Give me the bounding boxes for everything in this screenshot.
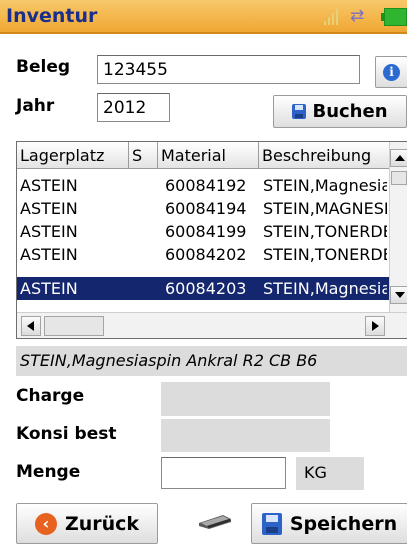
back-button[interactable]: ‹ Zurück <box>16 503 158 544</box>
cell-beschreibung: STEIN,MAGNESIA <box>263 199 387 218</box>
buchen-button[interactable]: Buchen <box>273 95 407 128</box>
menge-label: Menge <box>16 462 81 482</box>
horizontal-scroll-thumb[interactable] <box>44 316 104 336</box>
unit-label: KG <box>296 457 364 490</box>
table-row[interactable]: ASTEIN 60084194 STEIN,MAGNESIA <box>17 197 389 220</box>
save-icon <box>292 104 307 119</box>
back-button-label: Zurück <box>64 512 140 535</box>
column-header-lagerplatz[interactable]: Lagerplatz <box>17 142 129 169</box>
table-row[interactable]: ASTEIN 60084199 STEIN,TONERDE <box>17 220 389 243</box>
cell-lagerplatz: ASTEIN <box>20 222 78 241</box>
buchen-button-label: Buchen <box>312 101 388 122</box>
cell-material: 60084194 <box>165 199 247 218</box>
arrow-down-icon <box>395 292 405 298</box>
connection-icon: ⇄ <box>350 6 365 26</box>
info-icon: i <box>383 63 400 81</box>
save-icon <box>261 512 282 535</box>
cell-material: 60084203 <box>165 279 247 298</box>
scanner-icon <box>199 515 231 529</box>
scroll-down-button[interactable] <box>390 286 407 304</box>
arrow-right-icon <box>372 321 379 331</box>
konsi-field <box>161 419 330 452</box>
scroll-up-button[interactable] <box>390 149 407 167</box>
jahr-label: Jahr <box>16 96 55 116</box>
save-button[interactable]: Speichern <box>251 503 407 544</box>
table-row[interactable]: ASTEIN 60084202 STEIN,TONERDE <box>17 243 389 266</box>
cell-material: 60084192 <box>165 176 247 195</box>
cell-material: 60084202 <box>165 245 247 264</box>
cell-beschreibung: STEIN,TONERDE <box>263 245 387 264</box>
inventory-grid[interactable]: Lagerplatz S Material Beschreibung ASTEI… <box>16 141 407 339</box>
grid-header: Lagerplatz S Material Beschreibung <box>17 142 407 169</box>
vertical-scrollbar[interactable] <box>389 142 407 312</box>
jahr-input[interactable] <box>97 93 170 122</box>
vertical-scroll-thumb[interactable] <box>391 171 407 185</box>
beleg-label: Beleg <box>16 57 71 77</box>
save-button-label: Speichern <box>289 512 398 535</box>
beleg-input[interactable] <box>97 55 360 84</box>
cell-beschreibung: STEIN,TONERDE <box>263 222 387 241</box>
cell-lagerplatz: ASTEIN <box>20 199 78 218</box>
arrow-up-icon <box>395 155 405 161</box>
info-button[interactable]: i <box>375 56 407 88</box>
arrow-left-icon <box>27 321 34 331</box>
cell-lagerplatz: ASTEIN <box>20 279 78 298</box>
cell-lagerplatz: ASTEIN <box>20 176 78 195</box>
cell-beschreibung: STEIN,Magnesiaspin <box>263 176 387 195</box>
column-header-material[interactable]: Material <box>158 142 259 169</box>
cell-material: 60084199 <box>165 222 247 241</box>
app-title: Inventur <box>6 5 98 27</box>
battery-icon <box>381 8 407 26</box>
charge-field <box>161 382 330 416</box>
table-row[interactable]: ASTEIN 60084192 STEIN,Magnesiaspin <box>17 174 389 197</box>
cell-lagerplatz: ASTEIN <box>20 245 78 264</box>
cell-beschreibung: STEIN,Magnesiaspin <box>263 279 387 298</box>
scroll-right-button[interactable] <box>365 316 385 336</box>
table-row-selected[interactable]: ASTEIN 60084203 STEIN,Magnesiaspin <box>17 277 389 300</box>
column-header-beschreibung[interactable]: Beschreibung <box>259 142 389 169</box>
column-header-s[interactable]: S <box>129 142 158 169</box>
scroll-left-button[interactable] <box>21 316 41 336</box>
material-description: STEIN,Magnesiaspin Ankral R2 CB B6 <box>16 346 407 376</box>
title-bar: Inventur ⇄ <box>0 0 407 34</box>
signal-icon <box>324 9 340 25</box>
back-arrow-icon: ‹ <box>34 512 57 535</box>
konsi-label: Konsi best <box>16 424 117 444</box>
menge-input[interactable] <box>161 457 286 489</box>
charge-label: Charge <box>16 386 85 406</box>
horizontal-scrollbar[interactable] <box>17 312 407 338</box>
